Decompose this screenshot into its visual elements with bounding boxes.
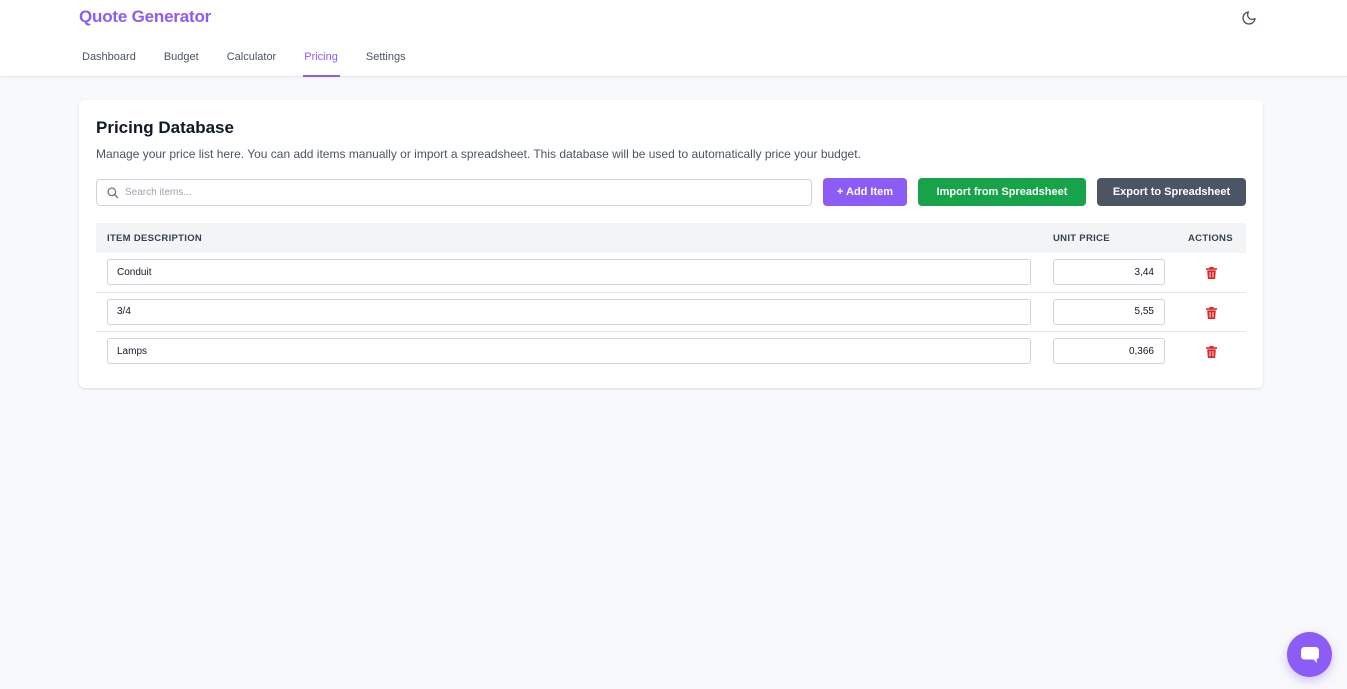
import-spreadsheet-button[interactable]: Import from Spreadsheet bbox=[918, 178, 1086, 206]
page-description: Manage your price list here. You can add… bbox=[96, 147, 861, 161]
pricing-table: ITEM DESCRIPTION UNIT PRICE ACTIONS bbox=[96, 223, 1246, 372]
page-title: Pricing Database bbox=[96, 118, 234, 137]
main-nav: Dashboard Budget Calculator Pricing Sett… bbox=[82, 46, 434, 77]
pricing-card: Pricing Database Manage your price list … bbox=[79, 100, 1263, 388]
table-row bbox=[96, 253, 1246, 293]
delete-row-button[interactable] bbox=[1204, 306, 1218, 320]
theme-toggle-button[interactable] bbox=[1238, 7, 1260, 29]
table-row bbox=[96, 332, 1246, 372]
unit-price-input[interactable] bbox=[1053, 338, 1165, 364]
app-brand[interactable]: Quote Generator bbox=[79, 7, 211, 27]
trash-icon bbox=[1205, 267, 1217, 279]
delete-row-button[interactable] bbox=[1204, 345, 1218, 359]
trash-icon bbox=[1205, 306, 1217, 319]
search-box bbox=[96, 179, 812, 206]
search-input[interactable] bbox=[125, 180, 805, 205]
unit-price-input[interactable] bbox=[1053, 298, 1165, 325]
tab-budget[interactable]: Budget bbox=[164, 46, 199, 77]
item-description-input[interactable] bbox=[107, 298, 1031, 325]
tab-pricing[interactable]: Pricing bbox=[303, 46, 340, 77]
moon-icon bbox=[1242, 11, 1256, 25]
column-header-price: UNIT PRICE bbox=[1053, 233, 1110, 244]
item-description-input[interactable] bbox=[107, 259, 1031, 285]
chat-icon bbox=[1300, 646, 1319, 663]
trash-icon bbox=[1205, 346, 1217, 358]
add-item-button[interactable]: + Add Item bbox=[823, 178, 907, 206]
table-header: ITEM DESCRIPTION UNIT PRICE ACTIONS bbox=[96, 223, 1246, 253]
tab-calculator[interactable]: Calculator bbox=[227, 46, 277, 77]
tab-settings[interactable]: Settings bbox=[366, 46, 406, 77]
delete-row-button[interactable] bbox=[1204, 266, 1218, 280]
search-icon bbox=[107, 187, 119, 199]
chat-button[interactable] bbox=[1287, 632, 1332, 677]
column-header-actions: ACTIONS bbox=[1188, 233, 1233, 244]
top-bar: Quote Generator Dashboard Budget Calcula… bbox=[0, 0, 1347, 77]
unit-price-input[interactable] bbox=[1053, 259, 1165, 285]
item-description-input[interactable] bbox=[107, 338, 1031, 364]
column-header-description: ITEM DESCRIPTION bbox=[107, 233, 203, 244]
tab-dashboard[interactable]: Dashboard bbox=[82, 46, 136, 77]
table-row bbox=[96, 293, 1246, 332]
export-spreadsheet-button[interactable]: Export to Spreadsheet bbox=[1097, 178, 1246, 206]
